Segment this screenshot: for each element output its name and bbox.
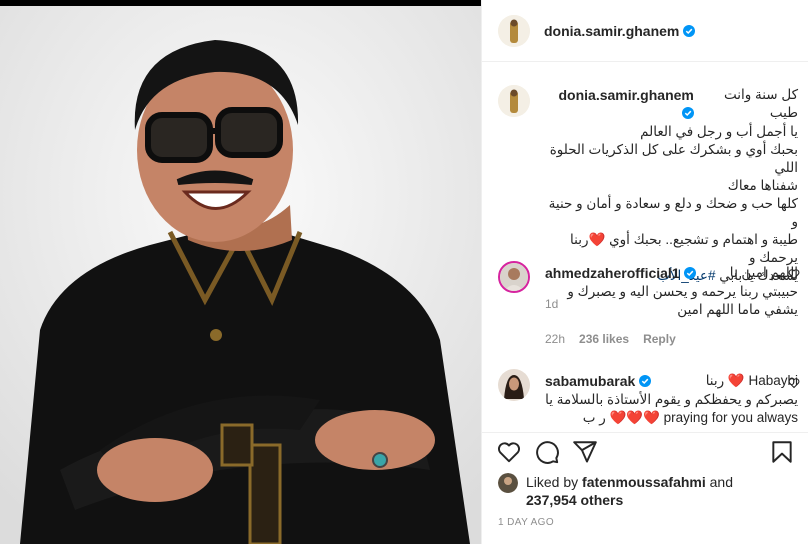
comment-row: ahmedzaherofficial1 اللهم امين يا حبيبتي…	[498, 261, 800, 351]
liker-username[interactable]: fatenmoussafahmi	[582, 474, 706, 490]
instagram-post: donia.samir.ghanem donia.samir.ghanem كل…	[0, 0, 808, 544]
author-avatar[interactable]	[498, 14, 530, 47]
author-username-text[interactable]: donia.samir.ghanem	[544, 23, 679, 39]
commenter-username[interactable]: ahmedzaherofficial1	[545, 264, 696, 283]
likes-and: and	[705, 474, 733, 490]
likes-others-count[interactable]: 237,954 others	[526, 492, 623, 508]
comment-line-2: praying for you always ❤️❤️❤️ ر ب	[582, 410, 798, 425]
caption-avatar[interactable]	[498, 85, 530, 117]
post-actions: Liked by fatenmoussafahmi and 237,954 ot…	[482, 432, 808, 544]
comment-row: sabamubarak Habaybi ❤️ ربنا يصبركم و يحف…	[498, 369, 800, 432]
post-photo-illustration	[0, 6, 481, 544]
caption-username-text[interactable]: donia.samir.ghanem	[558, 87, 693, 103]
verified-badge-icon	[683, 267, 696, 279]
comment-bubble-icon[interactable]	[534, 439, 560, 465]
verified-badge-icon	[683, 24, 696, 37]
caption-line-0: كل سنة وانت طيب	[723, 87, 798, 120]
caption-username[interactable]: donia.samir.ghanem	[545, 86, 694, 123]
comment-line-1: يصبركم و يحفظكم و يقوم الأستاذة بالسلامة…	[545, 392, 798, 407]
comment-meta: 22h 236 likes Reply	[545, 332, 798, 346]
caption-row: donia.samir.ghanem كل سنة وانت طيب يا أج…	[498, 85, 798, 311]
commenter-username-text[interactable]: ahmedzaherofficial1	[545, 265, 680, 281]
caption-line-1: يا أجمل أب و رجل في العالم	[640, 124, 798, 139]
likes-summary: Liked by fatenmoussafahmi and 237,954 ot…	[498, 473, 733, 509]
save-bookmark-icon[interactable]	[769, 439, 795, 465]
commenter-username-text[interactable]: sabamubarak	[545, 373, 635, 389]
caption-line-2: بحبك أوي و بشكرك على كل الذكريات الحلوة …	[549, 142, 798, 175]
comment-age[interactable]: 22h	[545, 332, 565, 346]
comments-section: donia.samir.ghanem كل سنة وانت طيب يا أج…	[482, 63, 808, 432]
liker-avatar[interactable]	[498, 473, 518, 493]
comment-line-0: Habaybi ❤️ ربنا	[705, 373, 798, 388]
like-heart-icon[interactable]	[496, 439, 522, 465]
comment-like-heart-icon[interactable]	[788, 377, 800, 389]
reply-button[interactable]: Reply	[643, 332, 676, 346]
commenter-username[interactable]: sabamubarak	[545, 372, 652, 391]
likes-text: Liked by fatenmoussafahmi and 237,954 ot…	[526, 473, 733, 509]
post-header: donia.samir.ghanem	[482, 0, 808, 62]
verified-badge-icon	[639, 375, 652, 387]
commenter-avatar[interactable]	[498, 369, 530, 401]
share-paper-plane-icon[interactable]	[572, 439, 598, 465]
comment-body: ahmedzaherofficial1 اللهم امين يا حبيبتي…	[545, 264, 798, 346]
post-sidebar: donia.samir.ghanem donia.samir.ghanem كل…	[481, 0, 808, 544]
post-image[interactable]	[0, 0, 481, 544]
commenter-avatar[interactable]	[498, 261, 530, 293]
post-date[interactable]: 1 DAY AGO	[498, 517, 554, 528]
comment-line-2: يشفي ماما اللهم امين	[677, 302, 798, 317]
comment-body: sabamubarak Habaybi ❤️ ربنا يصبركم و يحف…	[545, 372, 798, 427]
comment-likes[interactable]: 236 likes	[579, 332, 629, 346]
comment-like-heart-icon[interactable]	[788, 268, 800, 280]
caption-line-4: كلها حب و ضحك و دلع و سعادة و أمان و حني…	[548, 196, 798, 229]
liked-by-prefix: Liked by	[526, 474, 583, 490]
verified-badge-icon	[681, 107, 694, 119]
author-username-header[interactable]: donia.samir.ghanem	[544, 23, 696, 39]
comment-line-1: حبيبتي ربنا يرحمه و يحسن اليه و يصبرك و	[567, 284, 798, 299]
caption-line-3: شفناها معاك	[727, 178, 798, 193]
